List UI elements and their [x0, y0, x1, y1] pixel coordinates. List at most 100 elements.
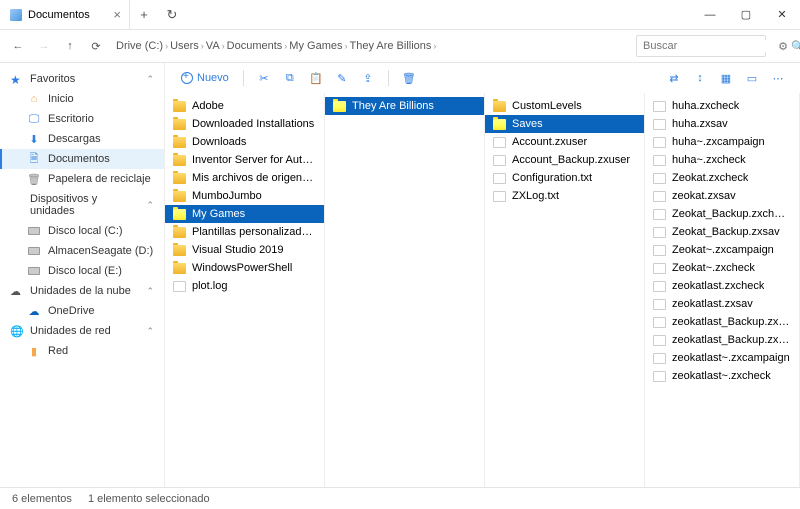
sidebar-item[interactable]: 🖵Escritorio	[0, 109, 164, 129]
chevron-up-icon[interactable]: ⌃	[146, 286, 154, 297]
list-item[interactable]: Downloaded Installations	[165, 115, 324, 133]
list-item[interactable]: zeokatlast.zxsav	[645, 295, 799, 313]
search-box[interactable]: 🔍	[636, 35, 766, 57]
list-item[interactable]: huha~.zxcampaign	[645, 133, 799, 151]
breadcrumb-segment[interactable]: They Are Billions	[349, 40, 431, 52]
list-item[interactable]: Zeokat_Backup.zxsav	[645, 223, 799, 241]
group-icon: 🌐	[10, 325, 22, 337]
sidebar-group-header[interactable]: Dispositivos y unidades⌃	[0, 189, 164, 221]
forward-button[interactable]: →	[32, 34, 56, 58]
minimize-button[interactable]: —	[692, 0, 728, 30]
paste-button[interactable]: 📋	[304, 66, 328, 90]
item-label: zeokatlast~.zxcampaign	[672, 352, 790, 364]
list-item[interactable]: Zeokat_Backup.zxcheck	[645, 205, 799, 223]
list-item[interactable]: huha.zxsav	[645, 115, 799, 133]
list-item[interactable]: Mis archivos de origen de datos	[165, 169, 324, 187]
refresh-button[interactable]: ⟳	[84, 34, 108, 58]
maximize-button[interactable]: ▢	[728, 0, 764, 30]
close-button[interactable]: ✕	[764, 0, 800, 30]
list-item[interactable]: zeokatlast~.zxcheck	[645, 367, 799, 385]
share-button[interactable]: ⇪	[356, 66, 380, 90]
list-item[interactable]: Visual Studio 2019	[165, 241, 324, 259]
list-item[interactable]: Zeokat.zxcheck	[645, 169, 799, 187]
search-input[interactable]	[643, 40, 785, 52]
sidebar-item[interactable]: 🗎Documentos	[0, 149, 164, 169]
more-button[interactable]: ⋯	[766, 66, 790, 90]
item-label: Descargas	[48, 133, 101, 145]
sort-button[interactable]: ↕	[688, 66, 712, 90]
sidebar-group-header[interactable]: 🌐Unidades de red⌃	[0, 321, 164, 341]
sidebar-item[interactable]: Disco local (E:)	[0, 261, 164, 281]
cut-button[interactable]: ✂	[252, 66, 276, 90]
item-label: Adobe	[192, 100, 224, 112]
list-item[interactable]: ZXLog.txt	[485, 187, 644, 205]
sidebar-item[interactable]: Disco local (C:)	[0, 221, 164, 241]
chevron-right-icon: ›	[344, 41, 347, 51]
item-label: zeokat.zxsav	[672, 190, 736, 202]
item-label: Zeokat_Backup.zxsav	[672, 226, 780, 238]
list-item[interactable]: Account_Backup.zxuser	[485, 151, 644, 169]
list-item[interactable]: Downloads	[165, 133, 324, 151]
item-label: zeokatlast.zxsav	[672, 298, 753, 310]
list-item[interactable]: CustomLevels	[485, 97, 644, 115]
sidebar-item[interactable]: ▮Red	[0, 341, 164, 361]
up-button[interactable]: ↑	[58, 34, 82, 58]
breadcrumb[interactable]: Drive (C:)›Users›VA›Documents›My Games›T…	[116, 40, 634, 52]
new-tab-button[interactable]: +	[130, 7, 158, 22]
close-tab-icon[interactable]: ×	[113, 7, 121, 22]
settings-button[interactable]: ⚙	[772, 35, 794, 57]
list-item[interactable]: Zeokat~.zxcheck	[645, 259, 799, 277]
list-item[interactable]: zeokatlast~.zxcampaign	[645, 349, 799, 367]
folder-icon	[173, 119, 186, 130]
list-item[interactable]: Saves	[485, 115, 644, 133]
list-item[interactable]: My Games	[165, 205, 324, 223]
list-item[interactable]: Account.zxuser	[485, 133, 644, 151]
chevron-up-icon[interactable]: ⌃	[146, 326, 154, 337]
chevron-up-icon[interactable]: ⌃	[146, 74, 154, 85]
list-item[interactable]: huha.zxcheck	[645, 97, 799, 115]
sidebar-item[interactable]: ⌂Inicio	[0, 89, 164, 109]
list-item[interactable]: WindowsPowerShell	[165, 259, 324, 277]
file-icon	[653, 101, 666, 112]
file-icon	[653, 371, 666, 382]
item-icon: ⌂	[28, 93, 40, 105]
chevron-up-icon[interactable]: ⌃	[146, 200, 154, 211]
back-button[interactable]: ←	[6, 34, 30, 58]
list-item[interactable]: zeokatlast.zxcheck	[645, 277, 799, 295]
breadcrumb-segment[interactable]: Documents	[227, 40, 283, 52]
delete-button[interactable]: 🗑	[397, 66, 421, 90]
sidebar-item[interactable]: ⬇Descargas	[0, 129, 164, 149]
list-item[interactable]: huha~.zxcheck	[645, 151, 799, 169]
list-item[interactable]: Inventor Server for AutoCAD	[165, 151, 324, 169]
breadcrumb-segment[interactable]: My Games	[289, 40, 342, 52]
view-button[interactable]: ▦	[714, 66, 738, 90]
list-item[interactable]: zeokatlast_Backup.zxcheck	[645, 313, 799, 331]
list-item[interactable]: Configuration.txt	[485, 169, 644, 187]
new-button[interactable]: Nuevo	[175, 72, 235, 84]
item-label: MumboJumbo	[192, 190, 262, 202]
sidebar-group-header[interactable]: ★Favoritos⌃	[0, 69, 164, 89]
list-item[interactable]: MumboJumbo	[165, 187, 324, 205]
list-item[interactable]: zeokatlast_Backup.zxsav	[645, 331, 799, 349]
list-item[interactable]: zeokat.zxsav	[645, 187, 799, 205]
list-item[interactable]: Adobe	[165, 97, 324, 115]
list-item[interactable]: plot.log	[165, 277, 324, 295]
plus-icon	[181, 72, 193, 84]
swap-pane-button[interactable]: ⇄	[662, 66, 686, 90]
file-icon	[653, 263, 666, 274]
copy-button[interactable]: ⧉	[278, 66, 302, 90]
tab-active[interactable]: Documentos ×	[0, 0, 130, 29]
breadcrumb-segment[interactable]: Drive (C:)	[116, 40, 163, 52]
breadcrumb-segment[interactable]: VA	[206, 40, 220, 52]
tab-history-button[interactable]: ↻	[158, 7, 186, 23]
sidebar-item[interactable]: 🗑Papelera de reciclaje	[0, 169, 164, 189]
sidebar-item[interactable]: AlmacenSeagate (D:)	[0, 241, 164, 261]
list-item[interactable]: They Are Billions	[325, 97, 484, 115]
sidebar-item[interactable]: ☁OneDrive	[0, 301, 164, 321]
list-item[interactable]: Zeokat~.zxcampaign	[645, 241, 799, 259]
list-item[interactable]: Plantillas personalizadas de Office	[165, 223, 324, 241]
preview-button[interactable]: ▭	[740, 66, 764, 90]
breadcrumb-segment[interactable]: Users	[170, 40, 199, 52]
rename-button[interactable]: ✎	[330, 66, 354, 90]
sidebar-group-header[interactable]: ☁Unidades de la nube⌃	[0, 281, 164, 301]
